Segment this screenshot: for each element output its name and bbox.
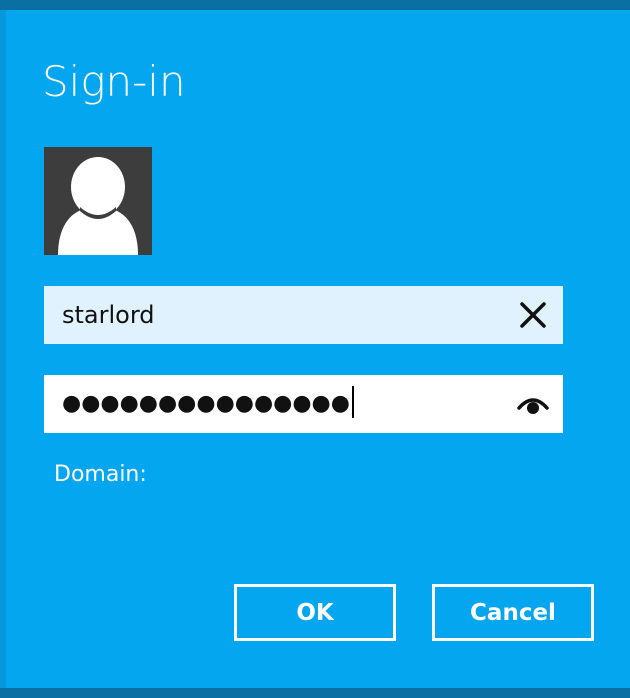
text-caret <box>351 386 354 418</box>
password-masked-value: ●●●●●●●●●●●●●●● <box>62 375 354 433</box>
dialog-title: Sign-in <box>42 57 186 106</box>
password-field[interactable]: ●●●●●●●●●●●●●●● <box>44 375 563 433</box>
clear-username-button[interactable] <box>517 299 549 331</box>
username-value: starlord <box>62 301 155 329</box>
window-left-border <box>0 10 6 688</box>
password-dots: ●●●●●●●●●●●●●●● <box>62 391 350 416</box>
username-field[interactable]: starlord <box>44 286 563 344</box>
window-bottom-border <box>0 688 630 698</box>
domain-label: Domain: <box>54 462 147 487</box>
ok-button[interactable]: OK <box>234 584 396 641</box>
window-top-border <box>0 0 630 10</box>
close-icon <box>520 302 546 328</box>
reveal-password-button[interactable] <box>517 388 549 420</box>
user-silhouette-icon <box>58 157 138 255</box>
cancel-button[interactable]: Cancel <box>432 584 594 641</box>
user-avatar <box>44 147 152 255</box>
eye-icon <box>517 398 549 414</box>
